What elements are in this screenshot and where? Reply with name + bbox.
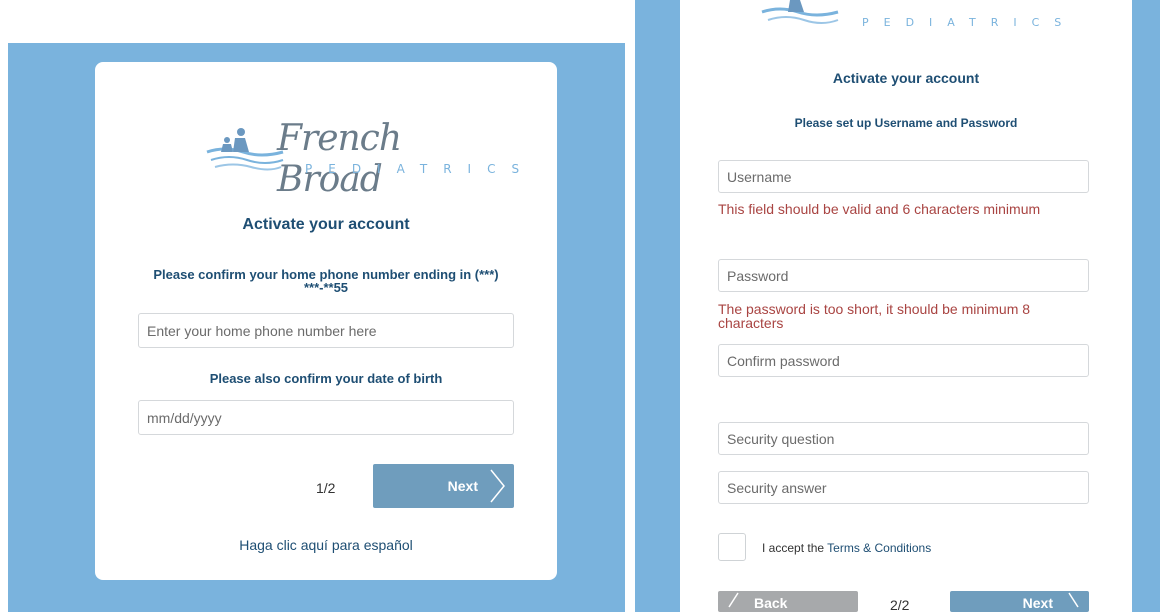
step-indicator-right: 2/2: [890, 597, 910, 612]
password-error-line2: characters: [718, 315, 784, 331]
back-button-label: Back: [754, 595, 788, 611]
next-button[interactable]: Next: [373, 464, 514, 508]
dob-input[interactable]: [138, 400, 514, 435]
step-indicator: 1/2: [316, 480, 336, 496]
back-button[interactable]: Back: [718, 591, 858, 612]
chevron-right-icon: [490, 469, 505, 503]
activation-screens: French Broad PEDIATRICS Activate your ac…: [0, 0, 1160, 612]
chevron-left-icon: [728, 592, 739, 608]
password-error-line1: The password is too short, it should be …: [718, 301, 1031, 317]
left-card: French Broad PEDIATRICS Activate your ac…: [95, 62, 557, 580]
logo-subtitle-partial: PEDIATRICS: [862, 16, 1077, 29]
right-card: PEDIATRICS Activate your account Please …: [680, 0, 1132, 612]
terms-label: I accept the Terms & Conditions: [762, 541, 931, 555]
confirm-password-input[interactable]: [718, 344, 1089, 377]
logo-swimmers-icon-partial: [761, 0, 839, 24]
phone-prompt: Please confirm your home phone number en…: [95, 268, 557, 294]
username-error: This field should be valid and 6 charact…: [718, 201, 1041, 217]
username-input[interactable]: [718, 160, 1089, 193]
logo-subtitle: PEDIATRICS: [305, 162, 536, 176]
next-button-label: Next: [447, 478, 478, 494]
chevron-right-icon: [1068, 592, 1079, 608]
terms-link[interactable]: Terms & Conditions: [827, 541, 931, 555]
page-title: Activate your account: [242, 216, 410, 233]
terms-prefix: I accept the: [762, 541, 828, 555]
phone-prompt-line2: ***-**55: [303, 280, 349, 295]
logo-wordmark: French Broad: [277, 118, 402, 200]
phone-input[interactable]: [138, 313, 514, 348]
password-input[interactable]: [718, 259, 1089, 292]
right-top-divider: [635, 8, 680, 9]
page-title-right: Activate your account: [832, 70, 980, 86]
spanish-link[interactable]: Haga clic aquí para español: [95, 537, 557, 553]
next-button-right[interactable]: Next: [950, 591, 1089, 612]
practice-logo: French Broad PEDIATRICS: [205, 118, 519, 200]
setup-subtitle: Please set up Username and Password: [794, 116, 1018, 130]
logo-swimmers-icon: [206, 128, 284, 171]
dob-prompt: Please also confirm your date of birth: [209, 371, 443, 386]
security-answer-input[interactable]: [718, 471, 1089, 504]
next-button-right-label: Next: [1022, 595, 1053, 611]
password-error: The password is too short, it should be …: [718, 302, 1030, 330]
terms-checkbox[interactable]: [718, 533, 746, 561]
security-question-input[interactable]: [718, 422, 1089, 455]
